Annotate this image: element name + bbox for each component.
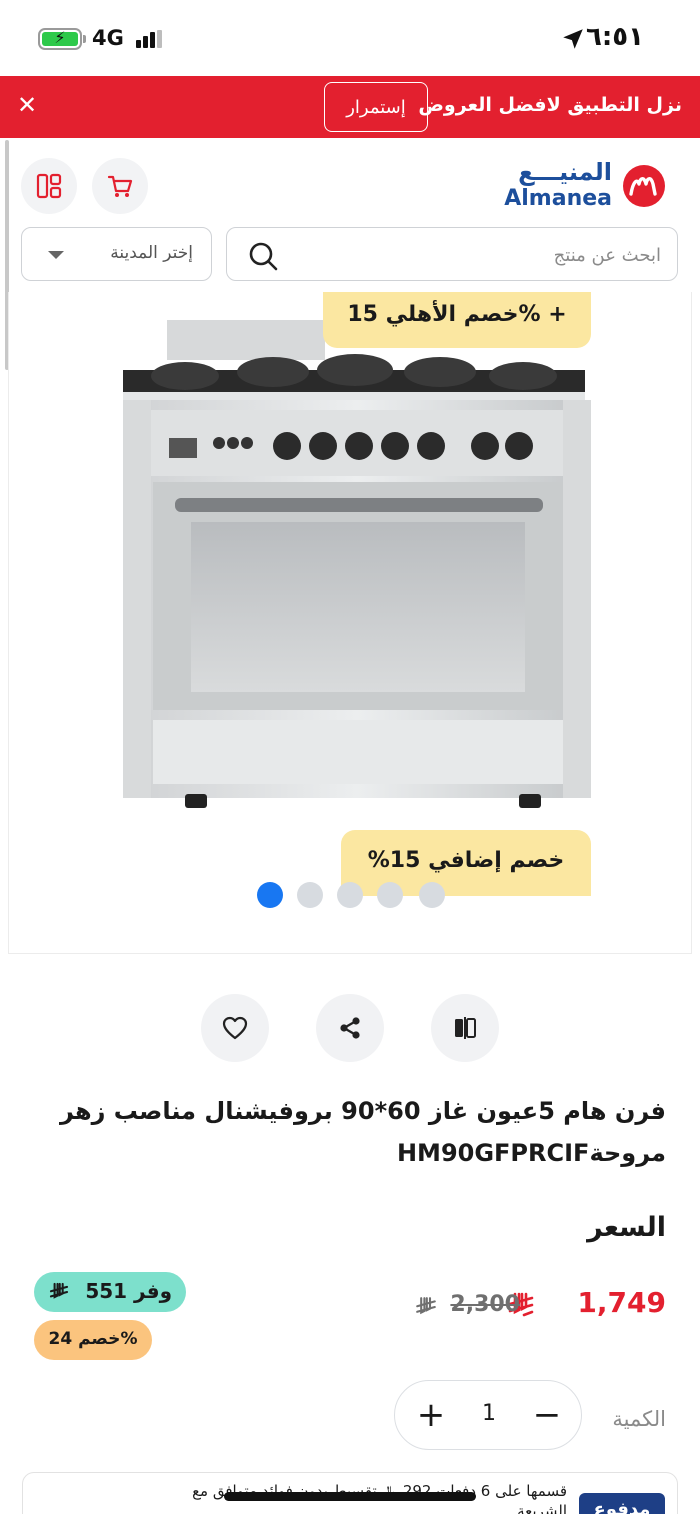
favorite-button[interactable] <box>201 994 269 1062</box>
city-select-label: إختر المدينة <box>110 243 193 263</box>
home-indicator[interactable] <box>224 1492 476 1501</box>
current-price: 1,749 <box>506 1286 666 1326</box>
savings-badge: وفر 551 <box>34 1272 186 1312</box>
gallery-dot-3[interactable] <box>337 882 363 908</box>
city-select[interactable]: إختر المدينة <box>21 227 212 281</box>
quantity-value: 1 <box>482 1401 496 1426</box>
logo-text-en: Almanea <box>504 186 612 211</box>
product-image <box>123 320 591 808</box>
share-icon <box>340 1017 360 1039</box>
bank-discount-badge: خصم الأهلي 15% + <box>323 292 591 348</box>
payment-provider-logo: مدفوع <box>579 1493 665 1514</box>
gallery-pagination <box>257 880 447 908</box>
savings-text: وفر 551 <box>85 1279 172 1303</box>
search-box[interactable] <box>226 227 678 281</box>
clock-time: ٦:٥١ <box>585 22 644 52</box>
discount-text: خصم 24% <box>48 1329 138 1349</box>
discount-badge: خصم 24% <box>34 1320 152 1360</box>
network-type: 4G <box>92 26 124 50</box>
increase-quantity-button[interactable]: + <box>411 1395 451 1435</box>
riyal-icon <box>49 1282 69 1299</box>
close-icon[interactable]: ✕ <box>14 92 40 118</box>
current-price-value: 1,749 <box>577 1286 666 1319</box>
price-heading: السعر <box>587 1212 666 1243</box>
location-arrow-icon <box>563 29 583 49</box>
decrease-quantity-button[interactable]: − <box>527 1395 567 1435</box>
logo-mark-icon <box>623 165 665 207</box>
chevron-down-icon <box>48 251 64 259</box>
search-input[interactable] <box>301 240 661 270</box>
signal-icon <box>136 30 164 48</box>
app-promo-banner: نزل التطبيق لافضل العروض إستمرار ✕ <box>0 76 700 138</box>
gallery-dot-4[interactable] <box>377 882 403 908</box>
grid-icon <box>36 173 62 199</box>
almanea-logo[interactable]: المنيـــع Almanea <box>504 158 666 214</box>
battery-icon: ⚡ <box>38 28 82 50</box>
compare-button[interactable] <box>431 994 499 1062</box>
heart-icon <box>222 1016 248 1040</box>
battery-tip <box>83 35 86 43</box>
cart-button[interactable] <box>92 158 148 214</box>
categories-button[interactable] <box>21 158 77 214</box>
share-button[interactable] <box>316 994 384 1062</box>
search-icon[interactable] <box>247 240 279 272</box>
gallery-dot-1[interactable] <box>257 882 283 908</box>
continue-button[interactable]: إستمرار <box>324 82 428 132</box>
product-title: فرن هام 5عيون غاز 60*90 بروفيشنال مناصب … <box>60 1097 666 1167</box>
quantity-stepper[interactable]: + 1 − <box>394 1380 582 1450</box>
riyal-icon <box>416 1297 436 1315</box>
gallery-dot-2[interactable] <box>297 882 323 908</box>
promo-text: نزل التطبيق لافضل العروض <box>418 94 682 116</box>
old-price: 2,300 <box>414 1292 520 1324</box>
quantity-label: الكمية <box>612 1407 666 1431</box>
cart-icon <box>107 175 133 197</box>
logo-text-ar: المنيـــع <box>518 158 612 186</box>
old-price-value: 2,300 <box>450 1292 520 1317</box>
product-gallery[interactable]: خصم الأهلي 15% + %خصم إضافي 15 <box>8 292 692 954</box>
gallery-dot-5[interactable] <box>419 882 445 908</box>
compare-icon <box>455 1017 476 1039</box>
status-bar: ⚡ 4G ٦:٥١ <box>0 0 700 76</box>
